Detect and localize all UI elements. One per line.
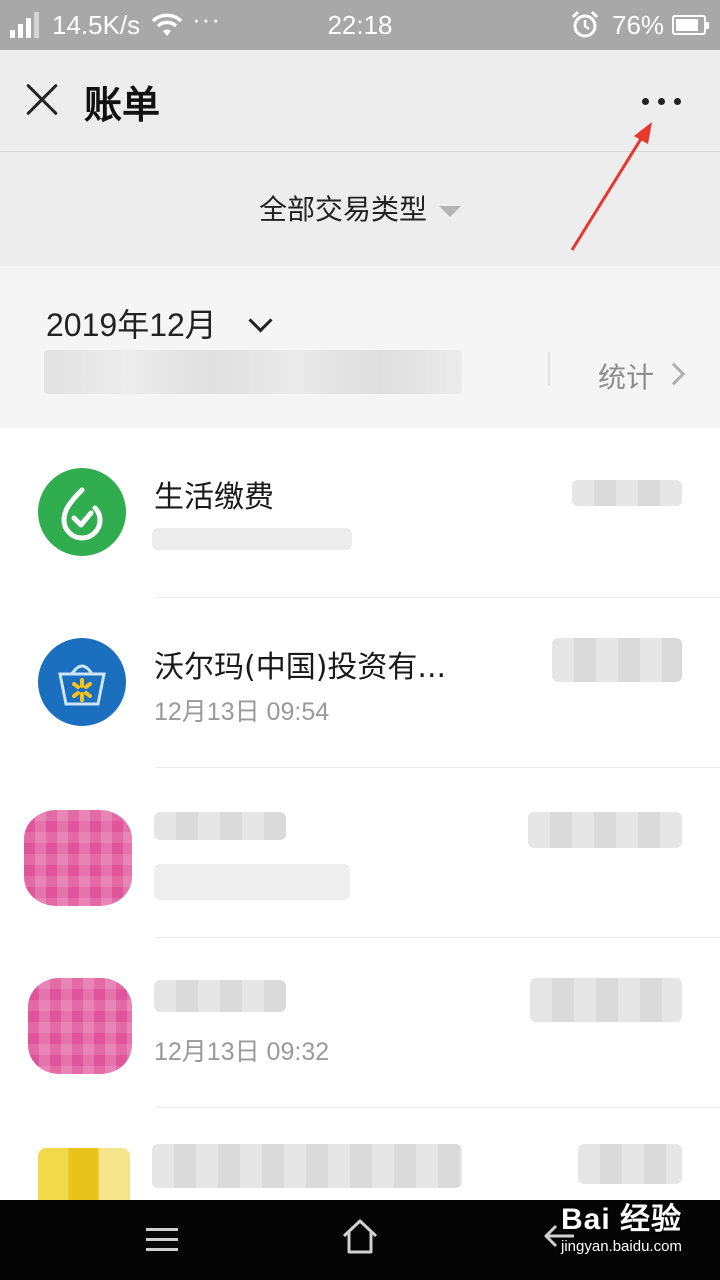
redacted-time xyxy=(154,864,350,900)
transaction-row[interactable] xyxy=(0,1108,720,1200)
chevron-down-icon[interactable] xyxy=(248,308,273,333)
redacted-name xyxy=(154,980,286,1012)
transaction-name: 生活缴费 xyxy=(154,480,274,515)
transaction-time: 12月13日 09:32 xyxy=(154,1038,330,1066)
close-icon[interactable] xyxy=(24,82,60,118)
page-title: 账单 xyxy=(84,83,161,127)
utility-payment-icon xyxy=(38,468,126,556)
redacted-avatar xyxy=(28,978,132,1074)
watermark-url: jingyan.baidu.com xyxy=(561,1238,682,1255)
transaction-row[interactable] xyxy=(0,768,720,938)
month-picker[interactable]: 2019年12月 xyxy=(46,300,217,346)
caret-down-icon xyxy=(439,205,461,217)
transaction-time: 12月13日 09:54 xyxy=(154,698,330,726)
redacted-amount xyxy=(552,638,682,682)
redacted-summary xyxy=(44,350,462,394)
divider xyxy=(548,352,550,386)
chevron-right-icon[interactable] xyxy=(662,362,686,386)
filter-label: 全部交易类型 xyxy=(258,193,427,226)
filter-bar: 全部交易类型 xyxy=(0,152,720,266)
nav-bar: 账单 xyxy=(0,50,720,152)
transaction-type-filter[interactable]: 全部交易类型 xyxy=(0,188,720,228)
status-bar: 14.5K/s ··· 22:18 76% xyxy=(0,0,720,50)
transaction-row[interactable]: 沃尔玛(中国)投资有... 12月13日 09:54 xyxy=(0,598,720,768)
menu-icon[interactable] xyxy=(146,1228,178,1252)
transaction-row[interactable]: 12月13日 09:32 xyxy=(0,938,720,1108)
redacted-amount xyxy=(530,978,682,1022)
redacted-avatar xyxy=(38,1148,130,1200)
walmart-logo-icon xyxy=(38,638,126,726)
home-icon[interactable] xyxy=(340,1216,380,1258)
stats-link[interactable]: 统计 xyxy=(598,356,654,396)
wifi-icon xyxy=(151,13,183,36)
net-speed: 14.5K/s xyxy=(52,10,141,40)
baidu-jingyan-watermark: Bai 经验 jingyan.baidu.com xyxy=(561,1194,682,1255)
month-summary: 2019年12月 统计 xyxy=(0,266,720,428)
redacted-amount xyxy=(572,480,682,506)
redacted-time xyxy=(152,528,352,550)
battery-percent: 76% xyxy=(612,10,665,40)
more-options-button[interactable] xyxy=(632,86,688,116)
battery-icon xyxy=(672,15,709,35)
status-clock: 22:18 xyxy=(327,10,393,40)
watermark-logo: Bai 经验 xyxy=(560,1203,682,1236)
alarm-icon xyxy=(571,10,599,38)
redacted-amount xyxy=(528,812,682,848)
transaction-name: 沃尔玛(中国)投资有... xyxy=(154,650,447,685)
transaction-row[interactable]: 生活缴费 xyxy=(0,428,720,598)
redacted-avatar xyxy=(24,810,132,906)
redacted-name xyxy=(152,1144,462,1188)
signal-icon xyxy=(10,12,40,38)
redacted-name xyxy=(154,812,286,840)
transaction-list: 生活缴费 沃尔玛(中国)投资有... 12月13日 09:54 12月13日 0… xyxy=(0,428,720,1200)
status-more-icon: ··· xyxy=(192,4,221,34)
redacted-amount xyxy=(578,1144,682,1184)
